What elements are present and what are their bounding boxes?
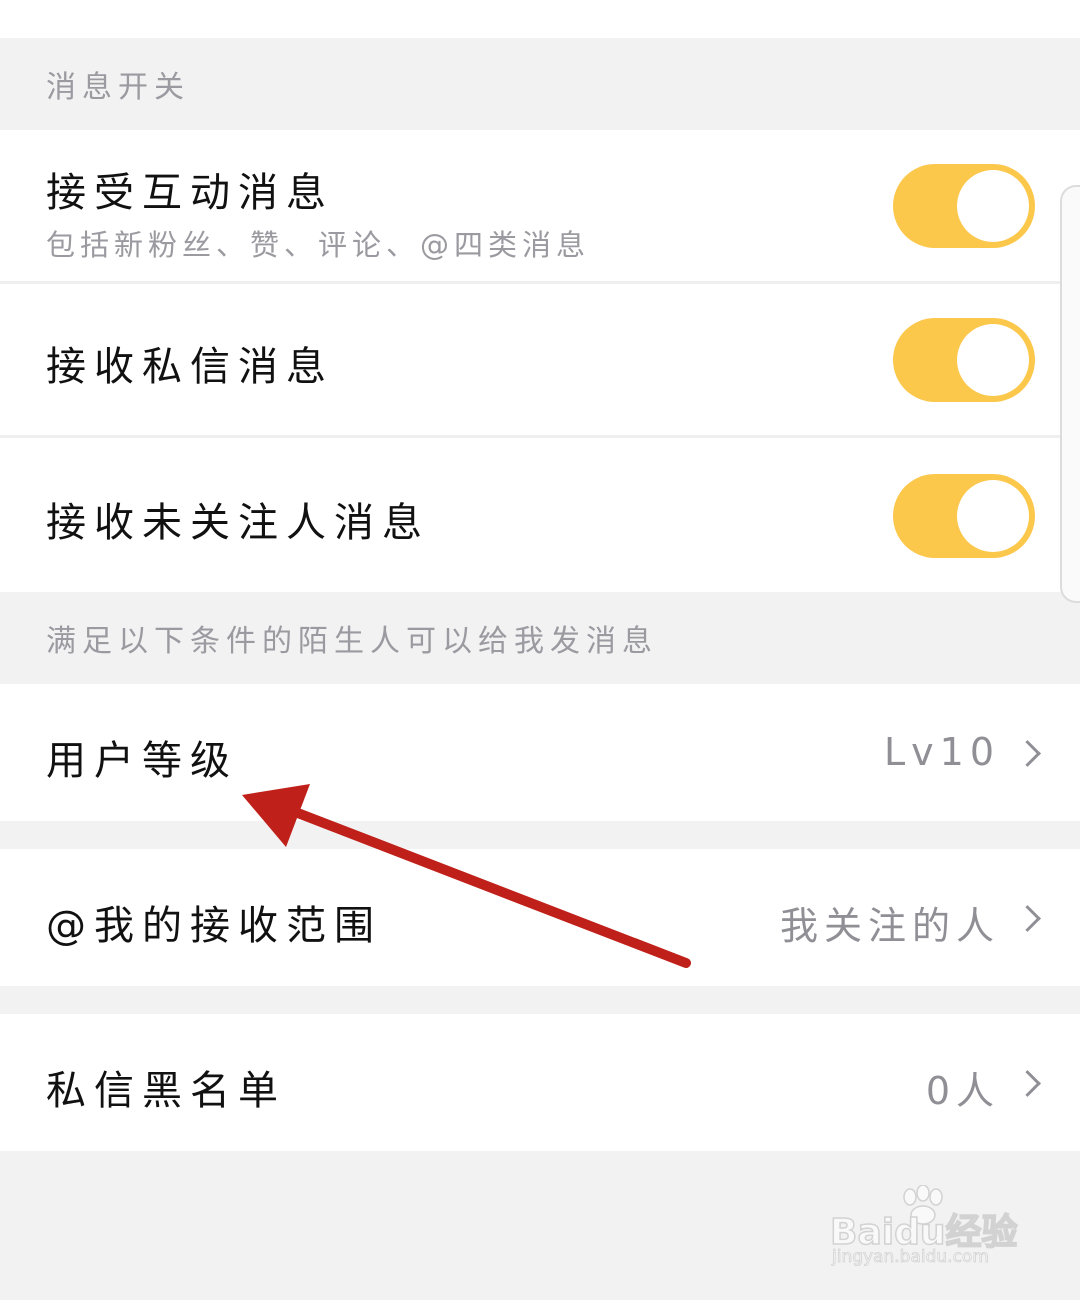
section-header-stranger-conditions: 满足以下条件的陌生人可以给我发消息 [0, 592, 1080, 684]
toggle-knob [957, 170, 1029, 242]
baidu-watermark: Baidu经验 jingyan.baidu.com [829, 1185, 1030, 1275]
toggle-switch-interaction-messages[interactable] [893, 164, 1035, 248]
chevron-right-icon [1014, 740, 1041, 767]
scroll-edge-indicator [1060, 185, 1080, 603]
setting-row-user-level[interactable]: 用户等级 Lv10 [0, 684, 1080, 821]
row-title: 接收未关注人消息 [46, 500, 430, 546]
toggle-switch-unfollowed-messages[interactable] [893, 474, 1035, 558]
toggle-knob [957, 480, 1029, 552]
toggle-knob [957, 324, 1029, 396]
row-title: 私信黑名单 [46, 1068, 286, 1114]
setting-row-dm-blacklist[interactable]: 私信黑名单 0人 [0, 1014, 1080, 1151]
row-title: 接收私信消息 [46, 344, 334, 390]
watermark-url: jingyan.baidu.com [832, 1247, 990, 1268]
row-subtitle: 包括新粉丝、赞、评论、@四类消息 [46, 228, 591, 262]
setting-row-mention-scope[interactable]: @我的接收范围 我关注的人 [0, 849, 1080, 986]
row-title: @我的接收范围 [46, 903, 382, 949]
top-strip [0, 0, 1080, 38]
chevron-right-icon [1014, 1070, 1041, 1097]
row-value: 0人 [925, 1069, 1000, 1113]
row-title: 接受互动消息 [46, 170, 334, 216]
toggle-row-private-messages: 接收私信消息 [0, 284, 1080, 436]
section-header-message-switch: 消息开关 [0, 38, 1080, 130]
toggle-row-interaction-messages: 接受互动消息 包括新粉丝、赞、评论、@四类消息 [0, 130, 1080, 282]
row-value: 我关注的人 [779, 904, 1000, 948]
chevron-right-icon [1014, 905, 1041, 932]
toggle-row-unfollowed-messages: 接收未关注人消息 [0, 438, 1080, 592]
row-title: 用户等级 [46, 738, 238, 784]
toggle-switch-private-messages[interactable] [893, 318, 1035, 402]
row-value: Lv10 [883, 730, 1000, 774]
